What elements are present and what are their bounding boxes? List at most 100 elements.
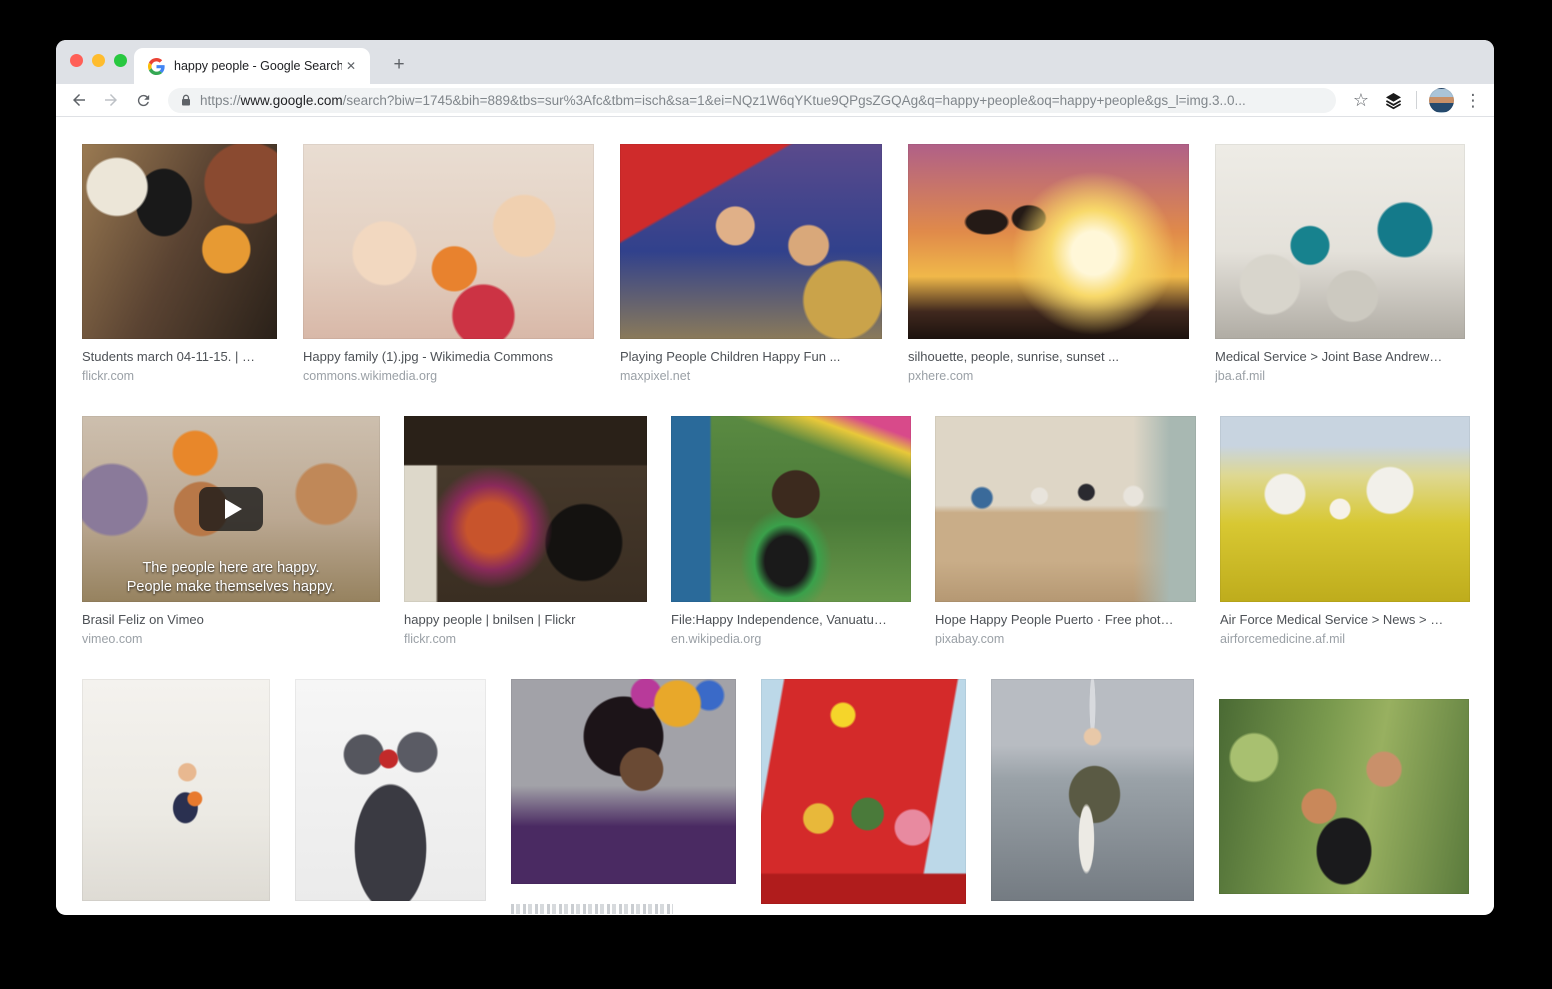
image-result-tile[interactable]: silhouette, people, sunrise, sunset ... … [908, 144, 1189, 383]
result-title[interactable]: happy people | bnilsen | Flickr [404, 612, 647, 627]
result-domain: airforcemedicine.af.mil [1220, 632, 1470, 646]
browser-tab[interactable]: happy people - Google Search ✕ [134, 48, 370, 84]
result-title[interactable]: Hope Happy People Puerto · Free phot… [935, 612, 1196, 627]
result-domain: jba.af.mil [1215, 369, 1465, 383]
image-result-tile[interactable] [511, 679, 736, 914]
result-domain: pxhere.com [908, 369, 1189, 383]
chrome-menu-button[interactable]: ⋮ [1460, 87, 1486, 113]
extension-stack-icon[interactable] [1380, 87, 1406, 113]
result-image[interactable] [1220, 416, 1470, 602]
image-result-tile[interactable]: Playing People Children Happy Fun ... ma… [620, 144, 882, 383]
result-image[interactable] [908, 144, 1189, 339]
result-title[interactable]: Brasil Feliz on Vimeo [82, 612, 380, 627]
result-caption [991, 901, 1194, 914]
result-domain: maxpixel.net [620, 369, 882, 383]
image-result-tile[interactable]: Air Force Medical Service > News > … air… [1220, 416, 1470, 646]
result-image[interactable] [82, 679, 270, 901]
result-caption [82, 901, 270, 914]
bookmark-star-button[interactable]: ☆ [1348, 87, 1374, 113]
toolbar-right-controls: ☆ ⋮ [1342, 87, 1486, 113]
result-caption: Happy family (1).jpg - Wikimedia Commons… [303, 339, 594, 383]
result-caption: happy people | bnilsen | Flickr flickr.c… [404, 602, 647, 646]
result-caption [511, 884, 736, 914]
image-result-tile[interactable]: Medical Service > Joint Base Andrew… jba… [1215, 144, 1465, 383]
result-image[interactable] [1215, 144, 1465, 339]
forward-button[interactable] [98, 87, 124, 113]
tab-strip: happy people - Google Search ✕ + [56, 40, 1494, 84]
image-result-tile[interactable] [82, 679, 270, 914]
result-image[interactable] [761, 679, 966, 904]
image-result-tile[interactable]: The people here are happy. People make t… [82, 416, 380, 646]
play-triangle-icon [225, 499, 242, 519]
tab-title: happy people - Google Search [174, 59, 342, 73]
clipped-caption-placeholder [511, 904, 673, 914]
results-row: The people here are happy. People make t… [82, 416, 1494, 646]
result-domain: flickr.com [404, 632, 647, 646]
reload-button[interactable] [130, 87, 156, 113]
url-scheme: https:// [200, 93, 241, 108]
video-subtitle-text: The people here are happy. People make t… [86, 559, 376, 597]
address-bar[interactable]: https://www.google.com/search?biw=1745&b… [168, 88, 1336, 113]
result-image[interactable]: The people here are happy. People make t… [82, 416, 380, 602]
image-result-tile[interactable] [1219, 699, 1469, 914]
result-caption [761, 904, 966, 914]
browser-toolbar: https://www.google.com/search?biw=1745&b… [56, 84, 1494, 117]
image-result-tile[interactable]: happy people | bnilsen | Flickr flickr.c… [404, 416, 647, 646]
lock-icon [180, 94, 192, 107]
image-result-tile[interactable] [761, 679, 966, 914]
result-caption: Playing People Children Happy Fun ... ma… [620, 339, 882, 383]
result-title[interactable]: Students march 04-11-15. | … [82, 349, 277, 364]
result-image[interactable] [1219, 699, 1469, 894]
result-caption: Hope Happy People Puerto · Free phot… pi… [935, 602, 1196, 646]
image-result-tile[interactable]: Hope Happy People Puerto · Free phot… pi… [935, 416, 1196, 646]
result-domain: en.wikipedia.org [671, 632, 911, 646]
browser-window: happy people - Google Search ✕ + https:/… [56, 40, 1494, 915]
result-title[interactable]: Air Force Medical Service > News > … [1220, 612, 1470, 627]
minimize-window-button[interactable] [92, 54, 105, 67]
url-path: /search?biw=1745&bih=889&tbs=sur%3Afc&tb… [343, 93, 1246, 108]
tab-close-icon[interactable]: ✕ [342, 57, 360, 75]
toolbar-separator [1416, 91, 1417, 109]
result-caption [295, 901, 486, 914]
profile-avatar[interactable] [1429, 88, 1454, 113]
zoom-window-button[interactable] [114, 54, 127, 67]
result-domain: vimeo.com [82, 632, 380, 646]
result-image[interactable] [511, 679, 736, 884]
image-result-tile[interactable]: Students march 04-11-15. | … flickr.com [82, 144, 277, 383]
result-caption: Medical Service > Joint Base Andrew… jba… [1215, 339, 1465, 383]
image-result-tile[interactable]: Happy family (1).jpg - Wikimedia Commons… [303, 144, 594, 383]
result-image[interactable] [404, 416, 647, 602]
results-row [82, 679, 1494, 914]
result-image[interactable] [295, 679, 486, 901]
image-result-tile[interactable] [991, 679, 1194, 914]
image-result-tile[interactable] [295, 679, 486, 914]
result-title[interactable]: silhouette, people, sunrise, sunset ... [908, 349, 1189, 364]
google-favicon-icon [148, 58, 165, 75]
result-title[interactable]: Happy family (1).jpg - Wikimedia Commons [303, 349, 594, 364]
image-results-grid: Students march 04-11-15. | … flickr.com … [56, 117, 1494, 914]
result-image[interactable] [82, 144, 277, 339]
result-domain: commons.wikimedia.org [303, 369, 594, 383]
traffic-lights [70, 54, 127, 67]
back-button[interactable] [66, 87, 92, 113]
result-title[interactable]: File:Happy Independence, Vanuatu… [671, 612, 911, 627]
result-domain: pixabay.com [935, 632, 1196, 646]
result-image[interactable] [303, 144, 594, 339]
result-caption: File:Happy Independence, Vanuatu… en.wik… [671, 602, 911, 646]
result-title[interactable]: Playing People Children Happy Fun ... [620, 349, 882, 364]
result-title[interactable]: Medical Service > Joint Base Andrew… [1215, 349, 1465, 364]
close-window-button[interactable] [70, 54, 83, 67]
result-image[interactable] [935, 416, 1196, 602]
url-host: www.google.com [241, 93, 343, 108]
url-text: https://www.google.com/search?biw=1745&b… [200, 93, 1246, 108]
content-area[interactable]: Students march 04-11-15. | … flickr.com … [56, 117, 1494, 914]
result-caption: Brasil Feliz on Vimeo vimeo.com [82, 602, 380, 646]
image-result-tile[interactable]: File:Happy Independence, Vanuatu… en.wik… [671, 416, 911, 646]
result-image[interactable] [620, 144, 882, 339]
new-tab-button[interactable]: + [386, 52, 412, 78]
result-caption [1219, 894, 1469, 914]
result-caption: Air Force Medical Service > News > … air… [1220, 602, 1470, 646]
video-play-button[interactable] [199, 487, 263, 531]
result-image[interactable] [991, 679, 1194, 901]
result-image[interactable] [671, 416, 911, 602]
